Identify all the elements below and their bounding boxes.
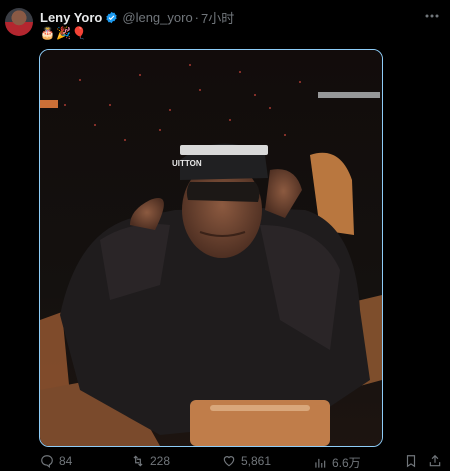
timestamp[interactable]: 7小时 [201, 8, 234, 27]
retweet-icon [133, 455, 143, 467]
share-button[interactable] [428, 454, 442, 468]
user-handle[interactable]: @leng_yoro [122, 10, 192, 25]
avatar[interactable] [5, 8, 33, 36]
verified-badge-icon [106, 11, 118, 23]
photo-illustration: UITTON [40, 50, 382, 446]
bookmark-button[interactable] [404, 454, 418, 468]
like-button[interactable]: 5,861 [222, 454, 271, 468]
more-options-icon[interactable] [424, 10, 440, 22]
tweet-photo[interactable]: UITTON [39, 49, 383, 447]
reply-button[interactable]: 84 [40, 454, 72, 468]
heart-icon [223, 456, 235, 467]
share-icon [429, 454, 441, 467]
separator-dot: · [194, 9, 200, 25]
view-count: 6.6万 [332, 456, 361, 470]
retweet-button[interactable]: 228 [131, 454, 170, 468]
like-count: 5,861 [241, 454, 272, 468]
reply-icon [41, 455, 53, 468]
retweet-count: 228 [150, 454, 171, 468]
display-name[interactable]: Leny Yoro [40, 10, 102, 25]
views-button[interactable]: 6.6万 [313, 454, 361, 471]
bookmark-icon [406, 455, 416, 468]
reply-count: 84 [59, 454, 73, 468]
tweet-text: 🎂🎉🎈 [40, 26, 88, 40]
tweet-header: Leny Yoro @leng_yoro · 7小时 [40, 7, 450, 27]
action-bar: 84 228 5,861 6.6万 [0, 451, 450, 471]
hat-brand-text: UITTON [172, 159, 202, 168]
analytics-icon [315, 458, 326, 468]
